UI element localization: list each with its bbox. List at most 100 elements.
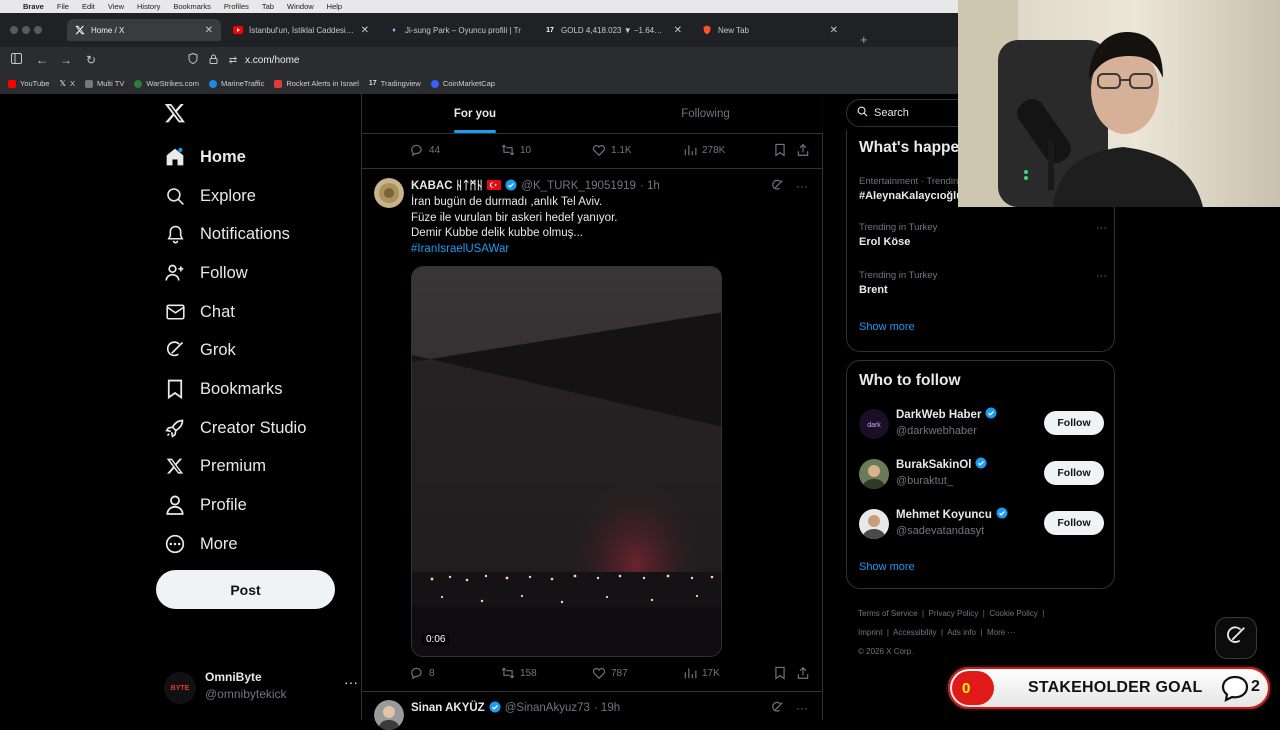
menubar-edit[interactable]: Edit — [82, 2, 95, 11]
site-settings-icon[interactable]: ⇄ — [225, 55, 241, 66]
menubar-tab[interactable]: Tab — [262, 2, 274, 11]
nav-grok[interactable]: Grok — [164, 335, 236, 365]
more-dots-icon[interactable]: ··· — [1096, 222, 1107, 234]
grok-icon[interactable] — [771, 701, 784, 717]
footer-privacy[interactable]: Privacy Policy — [929, 609, 979, 618]
window-zoom-dot[interactable] — [34, 26, 42, 34]
follow-button[interactable]: Follow — [1044, 411, 1104, 435]
menubar-app-name[interactable]: Brave — [23, 2, 44, 11]
footer-cookie[interactable]: Cookie Policy — [989, 609, 1037, 618]
bookmark-button[interactable] — [773, 666, 787, 680]
bookmark-marinetraffic[interactable]: MarineTraffic — [208, 79, 264, 88]
tweet-time[interactable]: · 19h — [594, 702, 620, 714]
menubar-file[interactable]: File — [57, 2, 69, 11]
footer-imprint[interactable]: Imprint — [858, 628, 882, 637]
window-close-dot[interactable] — [10, 26, 18, 34]
lock-icon[interactable] — [205, 54, 221, 67]
show-more-follow-link[interactable]: Show more — [859, 561, 915, 573]
reload-icon[interactable]: ↻ — [83, 52, 99, 68]
footer-accessibility[interactable]: Accessibility — [893, 628, 937, 637]
nav-bookmarks[interactable]: Bookmarks — [164, 374, 283, 404]
browser-tab-gold[interactable]: 17 GOLD 4,418.023 ▼ −1.64% Unna ✕ — [537, 19, 690, 41]
menubar-profiles[interactable]: Profiles — [224, 2, 249, 11]
sidebar-toggle-icon[interactable] — [8, 52, 24, 68]
nav-profile[interactable]: Profile — [164, 490, 247, 520]
like-button[interactable]: 787 — [592, 666, 628, 680]
browser-tab-new-tab[interactable]: New Tab ✕ — [694, 19, 846, 41]
share-button[interactable] — [796, 143, 810, 157]
repost-button[interactable]: 10 — [501, 143, 531, 157]
menubar-bookmarks[interactable]: Bookmarks — [173, 2, 211, 11]
tweet-video[interactable]: 0:06 — [411, 266, 722, 657]
more-dots-icon[interactable]: ··· — [796, 701, 808, 717]
follow-suggestion[interactable]: BurakSakinOl @buraktut_ Follow — [859, 457, 1104, 491]
more-dots-icon[interactable]: ··· — [344, 674, 358, 690]
share-button[interactable] — [796, 666, 810, 680]
footer-ads-info[interactable]: Ads info — [947, 628, 976, 637]
browser-tab-youtube[interactable]: İstanbul'un, İstiklal Caddesi ile İş ✕ — [225, 19, 377, 41]
follow-button[interactable]: Follow — [1044, 511, 1104, 535]
bookmark-warstrikes[interactable]: WarStrikes.com — [134, 79, 199, 88]
bookmark-button[interactable] — [773, 143, 787, 157]
nav-chat[interactable]: Chat — [164, 297, 235, 327]
show-more-trends-link[interactable]: Show more — [859, 321, 915, 333]
close-icon[interactable]: ✕ — [830, 25, 838, 36]
follow-button[interactable]: Follow — [1044, 461, 1104, 485]
footer-more[interactable]: More ··· — [987, 628, 1015, 637]
like-button[interactable]: 1.1K — [592, 143, 632, 157]
nav-home[interactable]: Home — [164, 142, 246, 172]
trend-item[interactable]: Trending in Turkey Brent ··· — [859, 270, 1107, 296]
bookmark-x[interactable]: 𝕏X — [59, 79, 74, 88]
views-button[interactable]: 278K — [683, 143, 725, 157]
more-dots-icon[interactable]: ··· — [796, 179, 808, 195]
window-minimize-dot[interactable] — [22, 26, 30, 34]
nav-notifications[interactable]: Notifications — [164, 219, 290, 249]
menubar-help[interactable]: Help — [327, 2, 342, 11]
forward-arrow-icon[interactable]: → — [58, 52, 74, 68]
menubar-view[interactable]: View — [108, 2, 124, 11]
bookmark-tradingview[interactable]: 17 Tradingview — [369, 79, 421, 88]
bookmark-youtube[interactable]: YouTube — [8, 79, 49, 88]
tab-following[interactable]: Following — [588, 94, 823, 134]
follow-suggestion[interactable]: Mehmet Koyuncu @sadevatandasyt Follow — [859, 507, 1104, 541]
nav-premium[interactable]: Premium — [164, 451, 266, 481]
tab-for-you[interactable]: For you — [362, 94, 588, 134]
browser-tab-home-x[interactable]: Home / X ✕ — [67, 19, 221, 41]
nav-explore[interactable]: Explore — [164, 181, 256, 211]
bookmark-multi-tv[interactable]: Multi TV — [84, 79, 124, 88]
bookmark-rocket-alerts[interactable]: Rocket Alerts in Israel — [274, 79, 359, 88]
reply-button[interactable]: 8 — [410, 666, 435, 680]
more-dots-icon[interactable]: ··· — [1096, 270, 1107, 282]
avatar[interactable] — [374, 700, 404, 730]
brave-shield-icon[interactable] — [185, 52, 201, 67]
grok-icon[interactable] — [771, 179, 784, 195]
trend-item[interactable]: Trending in Turkey Erol Köse ··· — [859, 222, 1107, 248]
bookmark-coinmarketcap[interactable]: CoinMarketCap — [430, 79, 495, 88]
avatar[interactable] — [374, 178, 404, 208]
tweet-author-name[interactable]: Sinan AKYÜZ — [411, 702, 485, 714]
repost-button[interactable]: 158 — [501, 666, 537, 680]
menubar-history[interactable]: History — [137, 2, 160, 11]
footer-terms[interactable]: Terms of Service — [858, 609, 918, 618]
post-button[interactable]: Post — [156, 570, 335, 609]
new-tab-plus-icon[interactable]: + — [860, 32, 868, 47]
address-bar[interactable]: ⇄ x.com/home — [185, 50, 957, 70]
close-icon[interactable]: ✕ — [674, 25, 682, 36]
browser-tab-jisung-park[interactable]: ♦ Ji-sung Park – Oyuncu profili | Tr — [381, 19, 533, 41]
follow-suggestion[interactable]: dark DarkWeb Haber @darkwebhaber Follow — [859, 407, 1104, 441]
tweet-time[interactable]: · 1h — [640, 180, 660, 192]
close-icon[interactable]: ✕ — [205, 25, 213, 36]
menubar-window[interactable]: Window — [287, 2, 314, 11]
tweet-author-handle[interactable]: @K_TURK_19051919 — [521, 180, 636, 192]
account-switcher[interactable]: BYTE OmniByte @omnibytekick ··· — [164, 668, 358, 704]
grok-floating-button[interactable] — [1215, 617, 1257, 659]
back-arrow-icon[interactable]: ← — [34, 52, 50, 68]
nav-creator-studio[interactable]: Creator Studio — [164, 413, 306, 443]
tweet-author-name[interactable]: KABAC ᚺᛏᛗᚺ — [411, 180, 483, 192]
nav-follow[interactable]: Follow — [164, 258, 248, 288]
hashtag-link[interactable]: #IranIsraelUSAWar — [411, 242, 801, 258]
reply-button[interactable]: 44 — [410, 143, 440, 157]
tweet-author-handle[interactable]: @SinanAkyuz73 — [505, 702, 590, 714]
close-icon[interactable]: ✕ — [361, 25, 369, 36]
x-logo-icon[interactable] — [164, 102, 188, 126]
